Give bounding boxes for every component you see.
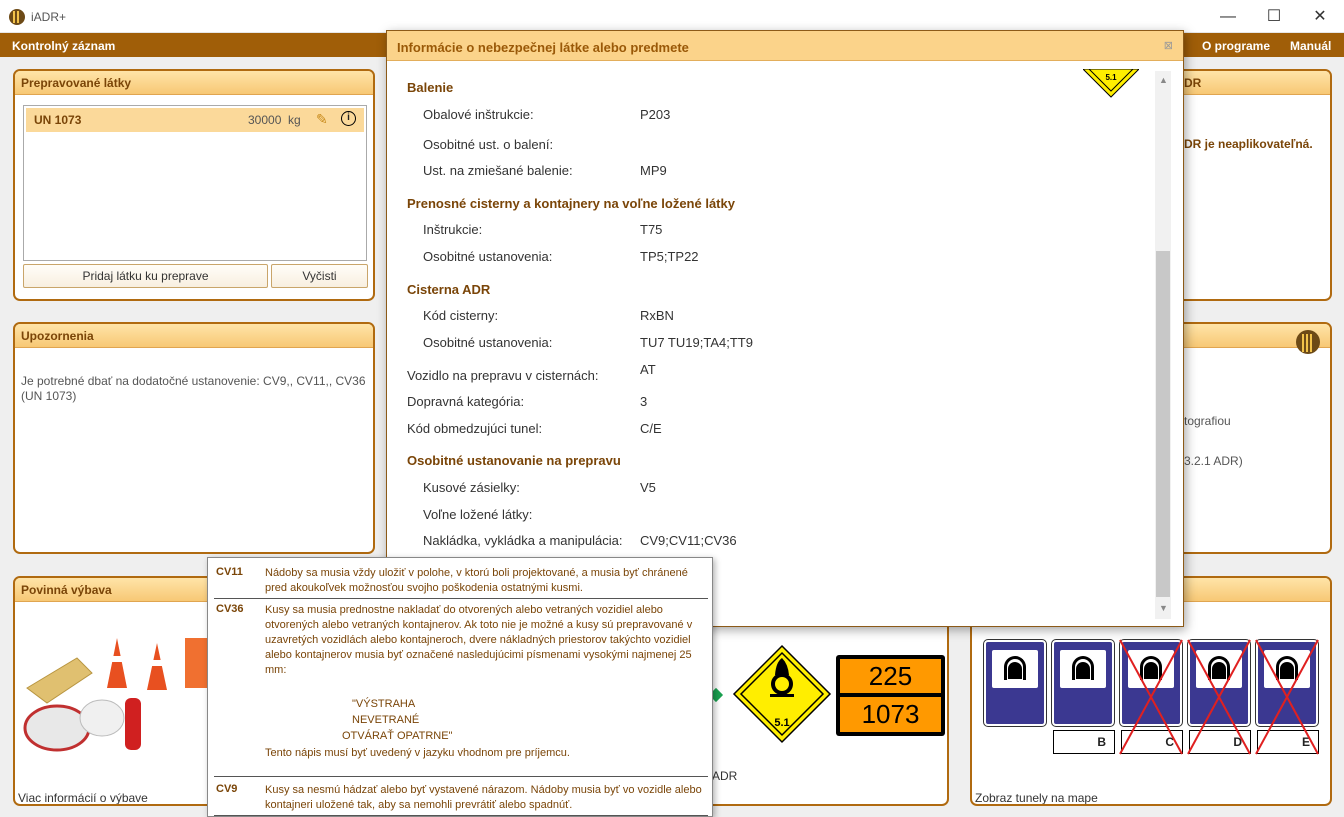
row-value: V5: [640, 480, 656, 495]
row-label: Vozidlo na prepravu v cisternách:: [407, 368, 599, 383]
row-label: Kusové zásielky:: [423, 480, 520, 495]
tooltip-sign-line: "VÝSTRAHA: [352, 698, 416, 710]
substance-row[interactable]: UN 1073 30000 kg ✎ i: [26, 108, 364, 132]
row-label: Osobitné ustanovenia:: [423, 335, 553, 350]
tunnels-map-link[interactable]: Zobraz tunely na mape: [975, 791, 1098, 804]
substance-un: UN 1073: [34, 113, 82, 127]
equipment-link[interactable]: Viac informácií o výbave: [18, 791, 148, 804]
tooltip-text: Nádoby sa musia vždy uložiť v polohe, v …: [265, 567, 688, 594]
title-bar: iADR+ — ☐ ✕: [0, 0, 1344, 33]
row-value: T75: [640, 222, 663, 237]
svg-text:5.1: 5.1: [774, 717, 789, 729]
maximize-button[interactable]: ☐: [1252, 4, 1296, 30]
row-value: TP5;TP22: [640, 249, 699, 264]
documents-panel: tografiou 3.2.1 ADR): [1160, 322, 1332, 554]
row-label: Voľne ložené látky:: [423, 507, 533, 522]
cv-tooltip: CV11 Nádoby sa musia vždy uložiť v poloh…: [207, 557, 713, 817]
tunnel-sign-b: [1051, 639, 1115, 727]
tooltip-text: Tento nápis musí byť uvedený v jazyku vh…: [265, 747, 570, 759]
tooltip-sign-line: OTVÁRAŤ OPATRNE": [342, 730, 453, 742]
oxidizer-label-icon: 5.1: [732, 644, 832, 744]
orange-plate: 225 1073: [836, 655, 945, 736]
row-label: Ust. na zmiešané balenie:: [423, 163, 573, 178]
clear-button[interactable]: Vyčisti: [271, 264, 368, 288]
close-button[interactable]: ✕: [1298, 4, 1342, 30]
row-value: AT: [640, 362, 656, 377]
row-value: 3: [640, 394, 648, 409]
substance-qty: 30000: [248, 113, 282, 127]
tooltip-code: CV9: [216, 783, 238, 795]
menu-control-record[interactable]: Kontrolný záznam: [12, 39, 115, 53]
tooltip-code: CV36: [216, 603, 244, 615]
scroll-thumb[interactable]: [1156, 251, 1170, 597]
substance-info-dialog: Informácie o nebezpečnej látke alebo pre…: [386, 30, 1184, 627]
row-label: Inštrukcie:: [423, 222, 483, 237]
scroll-down-icon[interactable]: ▼: [1159, 603, 1168, 613]
substances-panel: Prepravované látky UN 1073 30000 kg ✎ i …: [13, 69, 375, 301]
add-substance-button[interactable]: Pridaj látku ku preprave: [23, 264, 268, 288]
tooltip-text: Kusy sa musia prednostne nakladať do otv…: [265, 604, 693, 676]
tooltip-sign-line: NEVETRANÉ: [352, 714, 420, 726]
tunnel-sign: [983, 639, 1047, 727]
menu-about[interactable]: O programe: [1202, 39, 1270, 53]
substance-unit: kg: [288, 113, 301, 127]
road-logo-icon: [1296, 330, 1320, 354]
tooltip-code: CV11: [216, 566, 243, 578]
row-label: Osobitné ustanovenia:: [423, 249, 553, 264]
tooltip-divider: [214, 776, 708, 777]
tooltip-divider: [214, 598, 708, 599]
row-value: C/E: [640, 421, 662, 436]
row-label: Kód obmedzujúci tunel:: [407, 421, 543, 436]
menu-manual[interactable]: Manuál: [1290, 39, 1331, 53]
info-icon[interactable]: i: [341, 111, 356, 126]
minimize-button[interactable]: —: [1206, 4, 1250, 30]
documents-text-2: 3.2.1 ADR): [1184, 454, 1243, 468]
adr-panel-title: DR: [1162, 71, 1330, 95]
svg-text:5.1: 5.1: [1105, 73, 1117, 82]
tooltip-divider: [214, 815, 708, 816]
class-label-icon: 5.1: [1083, 69, 1139, 98]
adr-applicability-panel: DR DR je neaplikovateľná.: [1160, 69, 1332, 301]
row-label: Osobitné ust. o balení:: [423, 137, 554, 152]
tooltip-text: Kusy sa nesmú hádzať alebo byť vystavené…: [265, 784, 702, 811]
edit-pencil-icon[interactable]: ✎: [316, 111, 328, 128]
section-packaging: Balenie: [407, 80, 454, 95]
row-value: RxBN: [640, 308, 674, 323]
row-label: Obalové inštrukcie:: [423, 107, 534, 122]
tunnel-label-b: B: [1053, 730, 1115, 754]
row-value: TU7 TU19;TA4;TT9: [640, 335, 753, 350]
hazard-number: 225: [840, 659, 941, 693]
forbidden-cross-icons: [1119, 639, 1319, 755]
section-adr-tank: Cisterna ADR: [407, 282, 491, 297]
dialog-title: Informácie o nebezpečnej látke alebo pre…: [387, 31, 1183, 61]
warnings-title: Upozornenia: [15, 324, 373, 348]
row-label: Kód cisterny:: [423, 308, 499, 323]
window-title: iADR+: [31, 10, 67, 24]
row-label: Nakládka, vykládka a manipulácia:: [423, 533, 623, 548]
app-logo-icon: [9, 9, 25, 25]
row-value: CV9;CV11;CV36: [640, 533, 737, 548]
warnings-text: Je potrebné dbať na dodatočné ustanoveni…: [21, 374, 366, 403]
substances-list[interactable]: UN 1073 30000 kg ✎ i: [23, 105, 367, 261]
dialog-scrollbar[interactable]: ▲ ▼: [1155, 71, 1171, 619]
section-special-transport: Osobitné ustanovanie na prepravu: [407, 453, 621, 468]
adr-panel-text: DR je neaplikovateľná.: [1184, 137, 1313, 151]
row-label: Dopravná kategória:: [407, 394, 525, 409]
row-value: P203: [640, 107, 671, 122]
un-number: 1073: [840, 697, 941, 732]
substances-title: Prepravované látky: [15, 71, 373, 95]
section-portable-tanks: Prenosné cisterny a kontajnery na voľne …: [407, 196, 735, 211]
scroll-up-icon[interactable]: ▲: [1159, 75, 1168, 85]
dialog-close-button[interactable]: ⊠: [1164, 39, 1173, 52]
equipment-images: [23, 638, 215, 752]
warnings-panel: Upozornenia Je potrebné dbať na dodatočn…: [13, 322, 375, 554]
row-value: MP9: [640, 163, 667, 178]
documents-text-1: tografiou: [1184, 414, 1231, 428]
labels-link[interactable]: ADR: [712, 769, 737, 783]
